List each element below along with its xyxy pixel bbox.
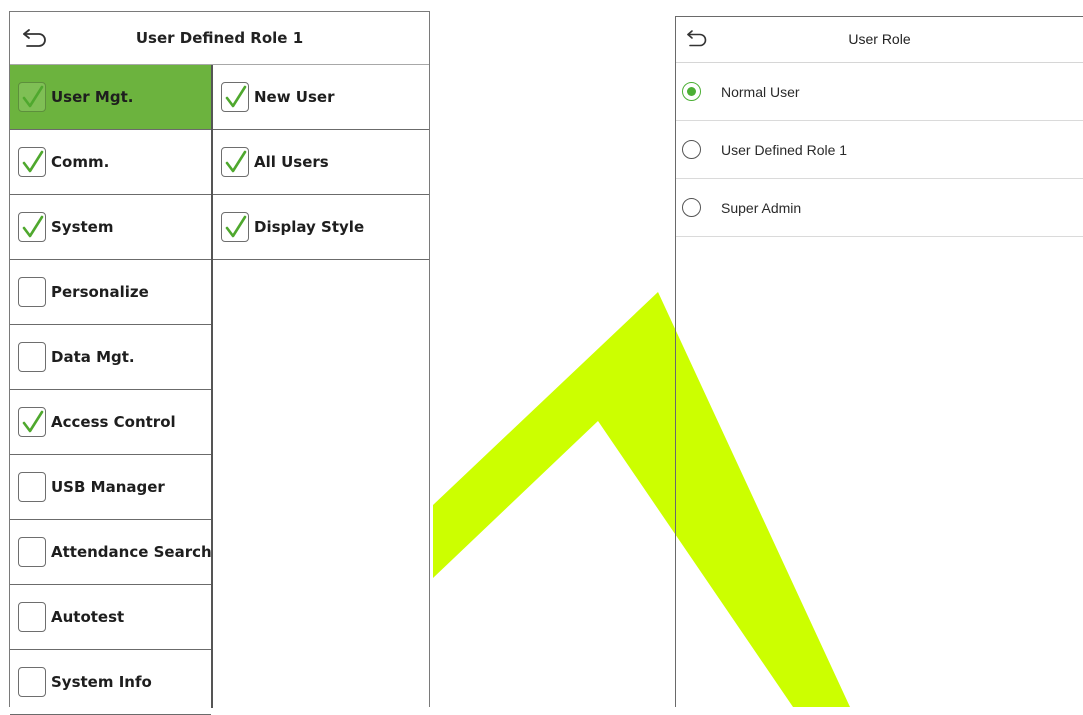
checkbox[interactable] [18,602,46,632]
menu-item-access-control[interactable]: Access Control [10,390,211,455]
permission-label: New User [254,88,335,106]
role-header: User Defined Role 1 [10,12,429,65]
menu-item-label: User Mgt. [51,88,134,106]
menu-item-label: Comm. [51,153,110,171]
menu-category-list: User Mgt. Comm. System Personalize Data Mgt.… [10,65,213,715]
menu-item-label: Data Mgt. [51,348,135,366]
permission-new-user[interactable]: New User [213,65,429,130]
permission-all-users[interactable]: All Users [213,130,429,195]
checkbox[interactable] [221,147,249,177]
page-title: User Defined Role 1 [135,29,304,47]
menu-item-label: Autotest [51,608,125,626]
checkbox[interactable] [18,407,46,437]
radio-button[interactable] [682,82,701,101]
role-option-super-admin[interactable]: Super Admin [676,179,1083,237]
permission-label: Display Style [254,218,365,236]
checkbox[interactable] [18,147,46,177]
menu-item-data-mgt[interactable]: Data Mgt. [10,325,211,390]
radio-button[interactable] [682,140,701,159]
menu-item-label: Access Control [51,413,176,431]
role-option-label: Normal User [721,83,800,100]
checkbox[interactable] [221,82,249,112]
role-option-label: Super Admin [721,199,802,216]
user-role-panel: User Role Normal User User Defined Role 1… [675,16,1083,707]
menu-item-autotest[interactable]: Autotest [10,585,211,650]
role-option-list: Normal User User Defined Role 1 Super Admi… [676,63,1083,237]
menu-item-usb-manager[interactable]: USB Manager [10,455,211,520]
user-role-header: User Role [676,17,1083,63]
menu-item-system-info[interactable]: System Info [10,650,211,715]
checkbox[interactable] [18,277,46,307]
permission-label: All Users [254,153,329,171]
checkbox[interactable] [18,472,46,502]
checkbox[interactable] [18,212,46,242]
menu-item-comm[interactable]: Comm. [10,130,211,195]
checkbox[interactable] [221,212,249,242]
role-option-user-defined-role-1[interactable]: User Defined Role 1 [676,121,1083,179]
menu-item-label: System Info [51,673,152,691]
menu-item-label: Attendance Search [51,543,212,561]
radio-button[interactable] [682,198,701,217]
menu-item-label: USB Manager [51,478,165,496]
menu-item-label: System [51,218,114,236]
checkbox[interactable] [18,667,46,697]
checkbox[interactable] [18,537,46,567]
role-permissions-panel: User Defined Role 1 User Mgt. Comm. System… [9,11,430,715]
role-option-normal-user[interactable]: Normal User [676,63,1083,121]
checkbox[interactable] [18,342,46,372]
permission-list: New User All Users Display Style [213,65,429,708]
menu-item-user-mgt[interactable]: User Mgt. [10,65,211,130]
role-option-label: User Defined Role 1 [721,141,848,158]
menu-item-attendance-search[interactable]: Attendance Search [10,520,212,585]
menu-item-personalize[interactable]: Personalize [10,260,211,325]
menu-item-label: Personalize [51,283,149,301]
checkbox[interactable] [18,82,46,112]
menu-item-system[interactable]: System [10,195,211,260]
permission-display-style[interactable]: Display Style [213,195,429,260]
user-role-title: User Role [848,31,911,47]
